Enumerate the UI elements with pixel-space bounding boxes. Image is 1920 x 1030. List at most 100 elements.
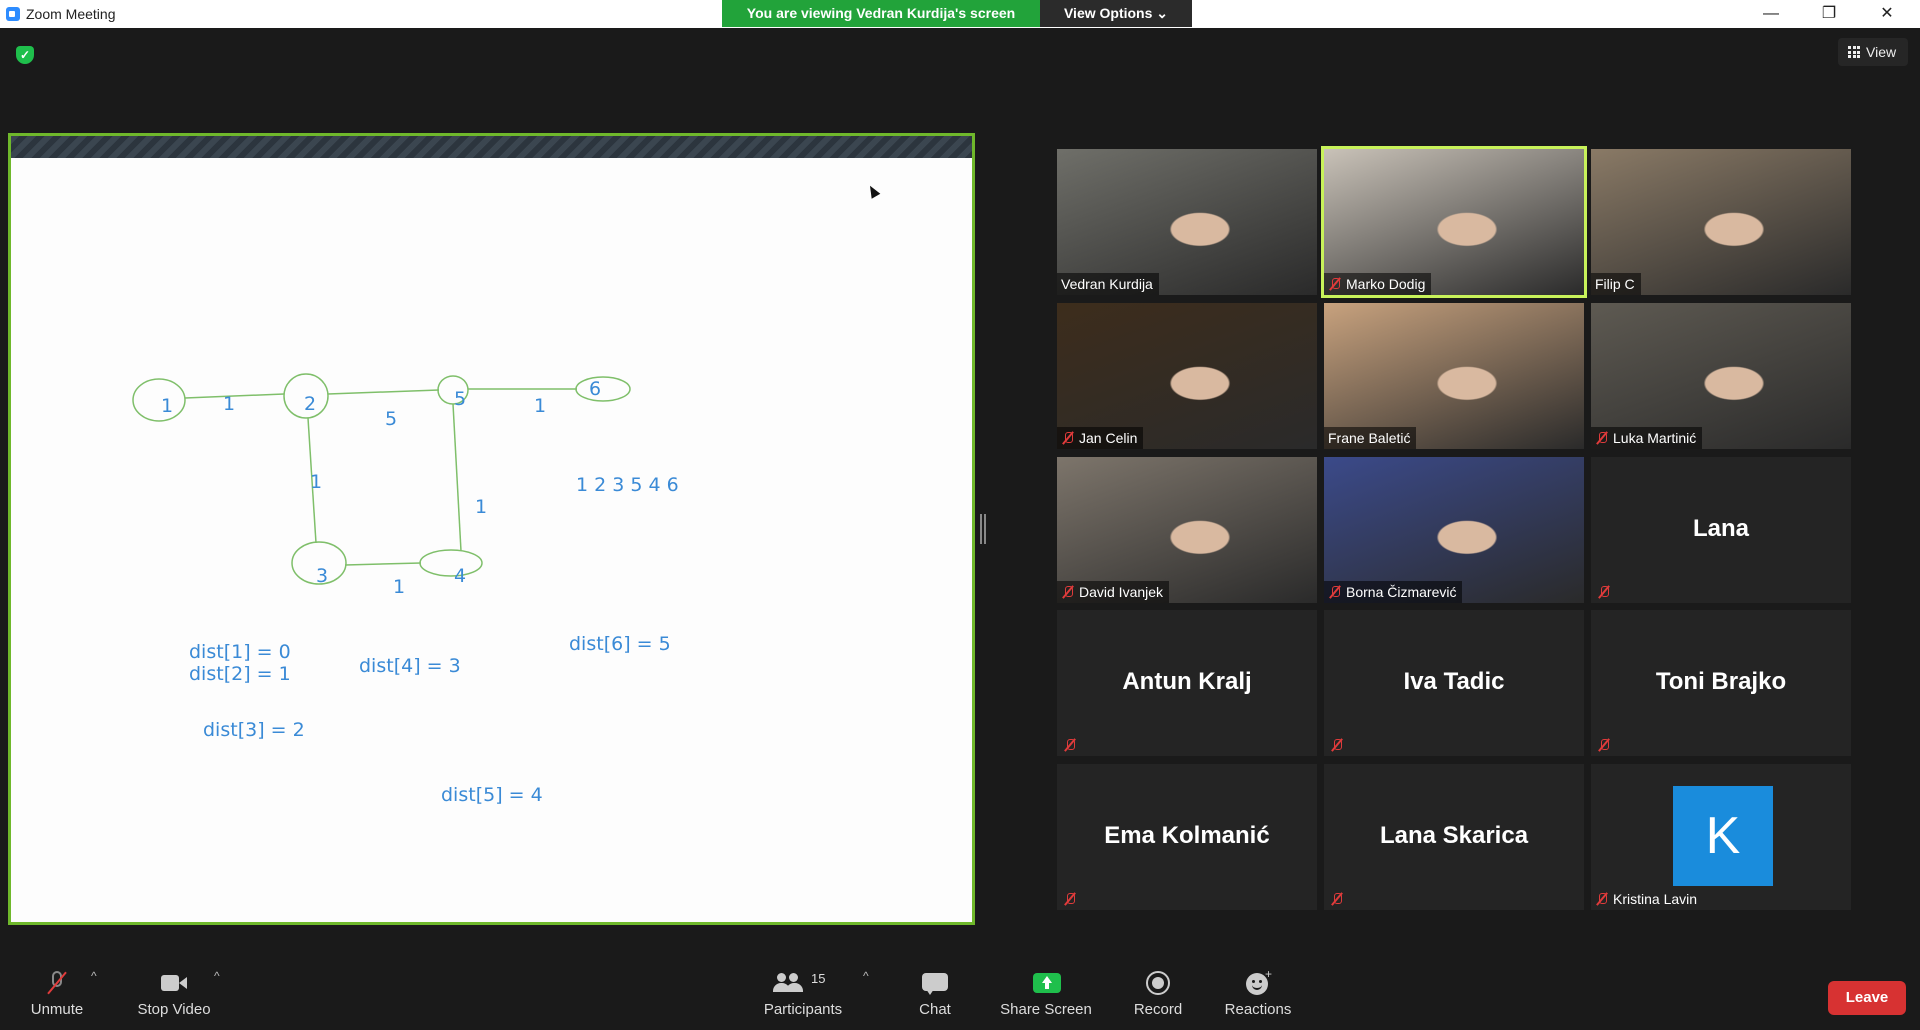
graph-edge-weight: 1 <box>534 395 547 417</box>
participant-name: Lana Skarica <box>1379 822 1529 849</box>
participant-name: Iva Tadic <box>1403 668 1505 695</box>
participant-name-tag: Vedran Kurdija <box>1057 273 1159 295</box>
record-label: Record <box>1133 1001 1183 1018</box>
participant-name: Kristina Lavin <box>1613 891 1698 907</box>
chat-button[interactable]: Chat <box>910 955 960 1030</box>
meeting-toolbar: Unmute ^ Stop Video ^ 15 Participants ^ … <box>0 955 1920 1030</box>
graph-node-ellipse <box>419 549 483 577</box>
minimize-button[interactable]: — <box>1742 0 1800 28</box>
dist-value: dist[1] = 0 <box>189 641 291 663</box>
participant-name: Filip C <box>1595 276 1635 292</box>
panel-splitter-handle[interactable] <box>980 514 986 544</box>
participant-name: Marko Dodig <box>1346 276 1426 292</box>
participant-name-tag: Luka Martinić <box>1591 427 1703 449</box>
participant-name: Frane Baletić <box>1328 430 1411 446</box>
participant-tile[interactable]: Lana Skarica <box>1324 764 1584 910</box>
stop-video-label: Stop Video <box>137 1001 211 1018</box>
participant-name: David Ivanjek <box>1079 584 1164 600</box>
chevron-down-icon: ⌄ <box>1156 5 1169 21</box>
graph-node-label: 1 <box>161 395 174 417</box>
participant-name: Ema Kolmanić <box>1104 822 1270 849</box>
share-screen-label: Share Screen <box>1000 1001 1092 1018</box>
participant-tile[interactable]: Jan Celin <box>1057 303 1317 449</box>
graph-edge <box>452 403 462 552</box>
reactions-smiley-icon: + <box>1245 967 1272 995</box>
unmute-label: Unmute <box>30 1001 84 1018</box>
participant-tile[interactable]: Luka Martinić <box>1591 303 1851 449</box>
participant-name-tag: Borna Čizmarević <box>1324 581 1463 603</box>
graph-edge <box>344 562 422 566</box>
participant-name: Borna Čizmarević <box>1346 584 1457 600</box>
leave-button[interactable]: Leave <box>1828 981 1906 1015</box>
participant-tile[interactable]: Frane Baletić <box>1324 303 1584 449</box>
muted-mic-icon <box>1595 892 1609 906</box>
security-shield-icon[interactable]: ✓ <box>16 46 34 64</box>
share-screen-icon <box>1033 971 1061 995</box>
stop-video-button[interactable]: Stop Video <box>130 955 218 1030</box>
muted-mic-icon <box>1061 431 1075 445</box>
participants-icon: 15 <box>773 971 833 995</box>
participant-tile[interactable]: Borna Čizmarević <box>1324 457 1584 603</box>
chat-bubble-icon <box>922 971 948 995</box>
graph-edge-weight: 1 <box>475 496 488 518</box>
graph-node-ellipse <box>132 378 186 422</box>
participant-name: Lana <box>1692 515 1749 542</box>
participant-tile[interactable]: Antun Kralj <box>1057 610 1317 756</box>
dist-value: dist[2] = 1 <box>189 663 291 685</box>
video-options-caret-icon[interactable]: ^ <box>214 969 220 983</box>
graph-edge-weight: 5 <box>385 408 398 430</box>
participant-tile[interactable]: Ema Kolmanić <box>1057 764 1317 910</box>
viewing-banner: You are viewing Vedran Kurdija's screen <box>722 0 1040 27</box>
participant-tile[interactable]: David Ivanjek <box>1057 457 1317 603</box>
zoom-app-icon <box>6 7 20 21</box>
participant-name-tag: Jan Celin <box>1057 427 1144 449</box>
graph-node-ellipse <box>575 376 631 402</box>
participant-tile[interactable]: Marko Dodig <box>1321 146 1587 298</box>
muted-mic-icon <box>1328 585 1342 599</box>
participant-name-tag: David Ivanjek <box>1057 581 1170 603</box>
view-layout-label: View <box>1866 44 1897 60</box>
participants-button[interactable]: 15 Participants <box>760 955 846 1030</box>
participant-tile[interactable]: Iva Tadic <box>1324 610 1584 756</box>
view-options-button[interactable]: View Options ⌄ <box>1040 0 1192 27</box>
participant-tile[interactable]: Lana <box>1591 457 1851 603</box>
participant-name-tag: Marko Dodig <box>1324 273 1432 295</box>
record-icon <box>1145 971 1171 995</box>
graph-node-label: 6 <box>589 378 602 400</box>
participant-tile[interactable]: K Kristina Lavin <box>1591 764 1851 910</box>
graph-node-label: 5 <box>454 388 467 410</box>
participant-tile[interactable]: Filip C <box>1591 149 1851 295</box>
dist-value: dist[4] = 3 <box>359 655 461 677</box>
participant-name: Jan Celin <box>1079 430 1138 446</box>
participant-tile[interactable]: Toni Brajko <box>1591 610 1851 756</box>
graph-edge-weight: 1 <box>393 576 406 598</box>
view-layout-button[interactable]: View <box>1838 38 1908 66</box>
video-camera-icon <box>161 971 187 995</box>
view-options-label: View Options <box>1063 5 1153 21</box>
reactions-button[interactable]: + Reactions <box>1222 955 1294 1030</box>
share-top-strip <box>11 136 972 158</box>
unmute-button[interactable]: Unmute <box>24 955 90 1030</box>
avatar: K <box>1673 786 1773 886</box>
reactions-label: Reactions <box>1224 1001 1292 1018</box>
share-screen-button[interactable]: Share Screen <box>1000 955 1092 1030</box>
muted-mic-icon <box>1328 277 1342 291</box>
muted-microphone-icon <box>44 971 70 995</box>
record-button[interactable]: Record <box>1132 955 1184 1030</box>
participant-name-tag: Frane Baletić <box>1324 427 1417 449</box>
participant-tile[interactable]: Vedran Kurdija <box>1057 149 1317 295</box>
muted-mic-icon <box>1063 738 1077 752</box>
participants-label: Participants <box>763 1001 843 1018</box>
graph-edge-weight: 1 <box>310 471 323 493</box>
participants-count: 15 <box>811 971 826 986</box>
restore-button[interactable]: ❐ <box>1800 0 1858 28</box>
shared-screen: 1 2 5 6 3 4 1 5 1 1 1 1 1 2 3 5 4 6 dist… <box>8 133 975 925</box>
participant-name: Toni Brajko <box>1655 668 1787 695</box>
participants-options-caret-icon[interactable]: ^ <box>863 969 869 983</box>
muted-mic-icon <box>1595 431 1609 445</box>
close-button[interactable]: ✕ <box>1858 0 1916 28</box>
participant-name-tag: Filip C <box>1591 273 1641 295</box>
muted-mic-icon <box>1597 585 1611 599</box>
dist-value: dist[3] = 2 <box>203 719 305 741</box>
audio-options-caret-icon[interactable]: ^ <box>91 969 97 983</box>
